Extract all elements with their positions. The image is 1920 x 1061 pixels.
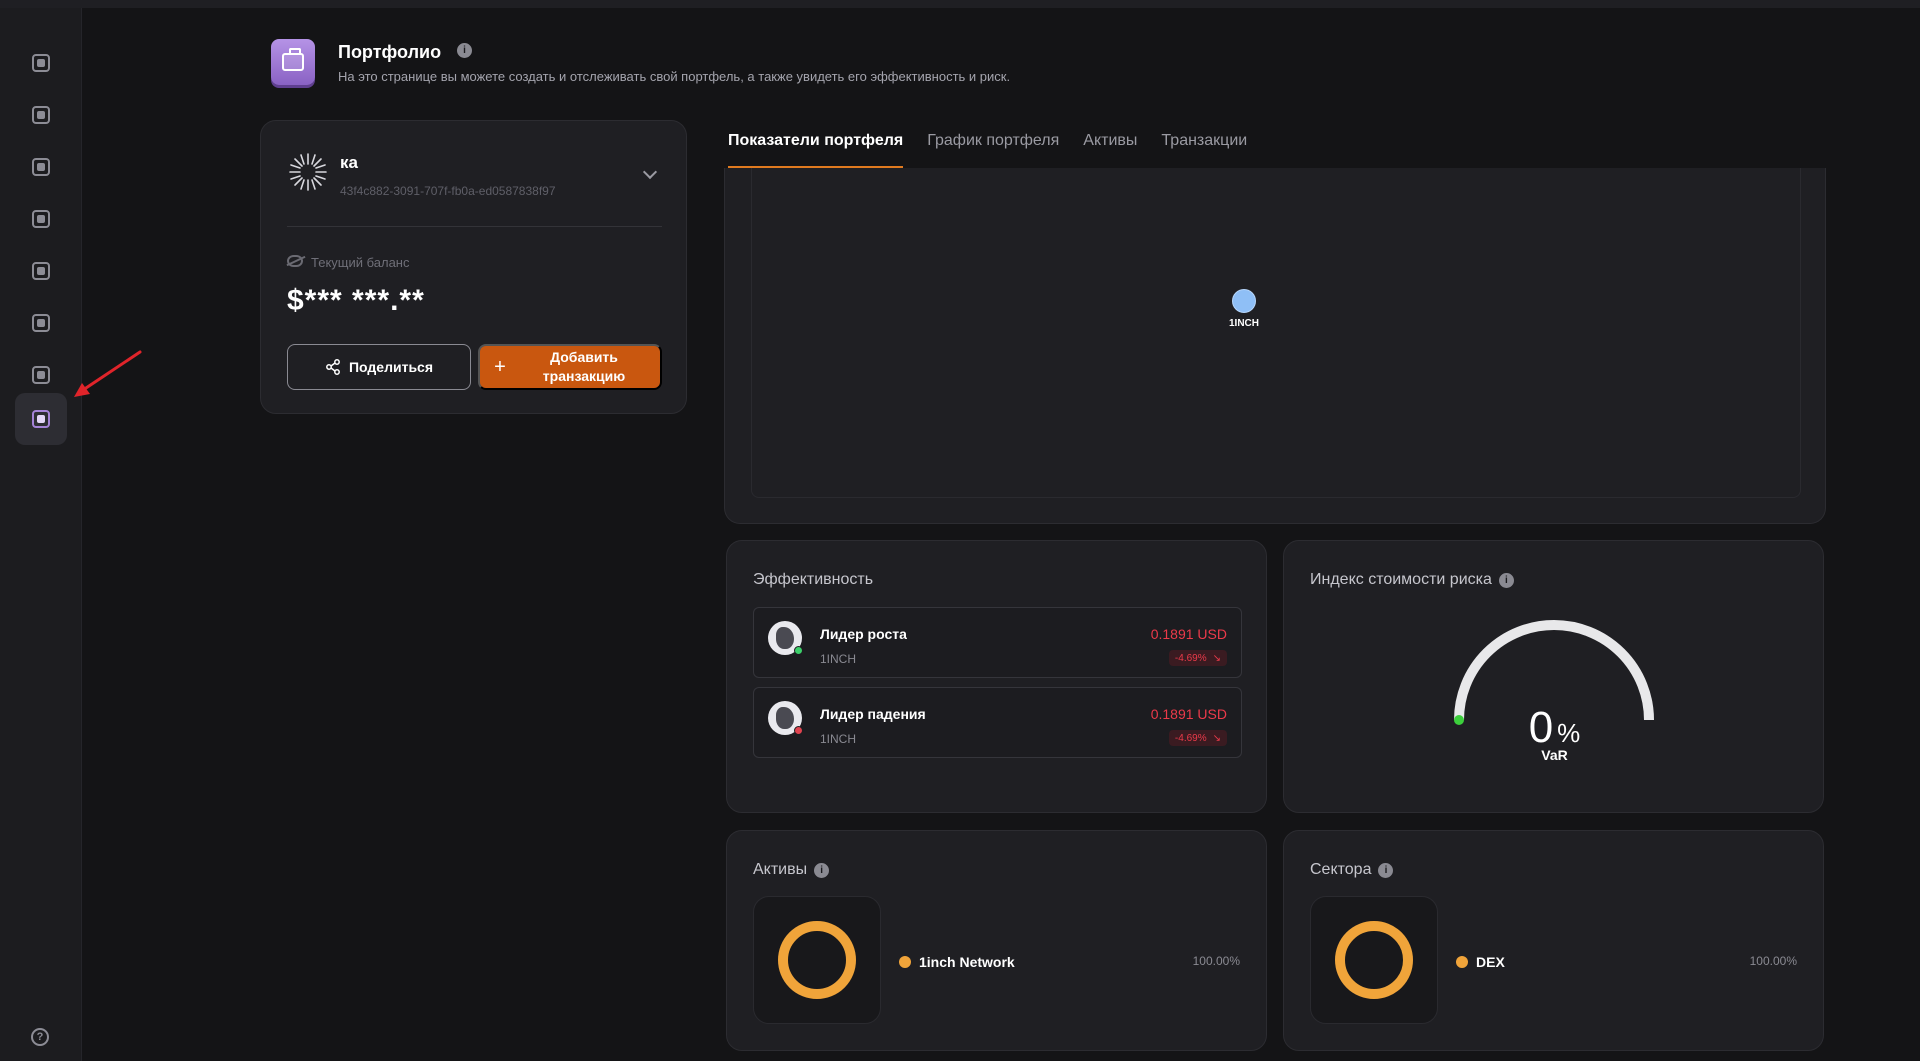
sidebar-item-bank[interactable]	[15, 297, 67, 349]
tab-portfolio-chart[interactable]: График портфеля	[927, 132, 1059, 168]
coin-icon	[32, 158, 50, 176]
arrow-down-right-icon: ↘	[1212, 732, 1221, 744]
portfolio-header-icon	[271, 39, 315, 85]
bubble-chart: 1INCH	[751, 168, 1801, 498]
legend-dot	[899, 956, 911, 968]
page-title: Портфолио	[338, 42, 442, 62]
risk-title: Индекс стоимости риска i	[1310, 571, 1514, 589]
info-icon[interactable]: i	[1498, 572, 1514, 588]
legend-name: 1inch Network	[919, 954, 1015, 970]
share-label: Поделиться	[348, 359, 434, 375]
donut-slice-1inch[interactable]	[778, 921, 856, 999]
portfolio-id: 43f4c882-3091-707f-fb0a-ed0587838f97	[340, 184, 556, 198]
legend-percent: 100.00%	[1749, 954, 1797, 968]
plus-icon: +	[494, 355, 506, 378]
portfolio-avatar	[289, 153, 327, 191]
sidebar-item-dollar[interactable]	[15, 193, 67, 245]
add-transaction-label: Добавить транзакцию	[542, 349, 626, 384]
status-dot-up	[794, 646, 803, 655]
top-bar	[0, 0, 1920, 8]
info-icon[interactable]: i	[1378, 862, 1394, 878]
donut-chart	[1335, 921, 1413, 999]
efficiency-title-text: Эффективность	[753, 571, 874, 588]
assets-card: Активы i 1inch Network 100.00%	[726, 830, 1267, 1051]
target-icon	[32, 366, 50, 384]
portfolio-name: ка	[340, 153, 358, 172]
bubble-chart-card: 1INCH	[724, 168, 1826, 524]
leader-price: 0.1891 USD	[1150, 626, 1227, 642]
info-icon[interactable]: i	[814, 862, 830, 878]
portfolio-card: ка 43f4c882-3091-707f-fb0a-ed0587838f97 …	[260, 120, 687, 414]
sectors-title-text: Сектора	[1310, 861, 1372, 878]
sidebar-item-portfolio[interactable]	[15, 393, 67, 445]
sidebar: ?	[0, 8, 82, 1061]
leader-symbol: 1INCH	[820, 652, 857, 666]
page-subtitle: На это странице вы можете создать и отсл…	[338, 69, 1011, 84]
efficiency-card: Эффективность Лидер роста 1INCH 0.1891 U…	[726, 540, 1267, 813]
chevron-down-icon[interactable]	[642, 164, 658, 180]
share-icon	[326, 359, 340, 375]
tabs: Показатели портфеля График портфеля Акти…	[728, 132, 1247, 168]
leader-growth[interactable]: Лидер роста 1INCH 0.1891 USD -4.69% ↘	[753, 607, 1242, 678]
dollar-icon	[32, 210, 50, 228]
chart-icon	[32, 106, 50, 124]
leader-name: Лидер падения	[820, 706, 926, 722]
sidebar-item-calculator[interactable]	[15, 245, 67, 297]
var-value: 0%	[1284, 703, 1825, 753]
change-badge: -4.69% ↘	[1168, 730, 1227, 746]
var-number: 0	[1528, 703, 1554, 752]
donut-slice-dex[interactable]	[1335, 921, 1413, 999]
balance-label: Текущий баланс	[311, 255, 410, 270]
leader-decline[interactable]: Лидер падения 1INCH 0.1891 USD -4.69% ↘	[753, 687, 1242, 758]
help-icon[interactable]: ?	[31, 1028, 49, 1046]
assets-title-text: Активы	[753, 861, 808, 878]
eye-off-icon[interactable]	[287, 255, 303, 267]
donut-chart	[778, 921, 856, 999]
leader-price: 0.1891 USD	[1150, 706, 1227, 722]
risk-card: Индекс стоимости риска i 0% VaR	[1283, 540, 1824, 813]
efficiency-title: Эффективность	[753, 571, 873, 589]
change-value: -4.69%	[1174, 732, 1207, 744]
var-label: VaR	[1541, 747, 1568, 763]
bubble-label: 1INCH	[1228, 318, 1259, 329]
assets-title: Активы i	[753, 861, 830, 879]
share-button[interactable]: Поделиться	[287, 344, 471, 390]
sidebar-item-charts[interactable]	[15, 89, 67, 141]
annotation-arrow	[74, 350, 142, 397]
legend-name: DEX	[1476, 954, 1505, 970]
bubble-1inch[interactable]	[1232, 289, 1256, 313]
status-dot-down	[794, 726, 803, 735]
tab-metrics[interactable]: Показатели портфеля	[728, 132, 904, 168]
home-icon	[32, 54, 50, 72]
sectors-title: Сектора i	[1310, 861, 1394, 879]
portfolio-icon	[32, 410, 50, 428]
add-transaction-button[interactable]: + Добавить транзакцию	[478, 344, 662, 390]
assets-donut	[753, 896, 881, 1024]
leader-symbol: 1INCH	[820, 732, 857, 746]
bank-icon	[32, 314, 50, 332]
calculator-icon	[32, 262, 50, 280]
change-badge: -4.69% ↘	[1168, 650, 1227, 666]
divider	[287, 226, 662, 227]
arrow-down-right-icon: ↘	[1212, 652, 1221, 664]
sectors-donut	[1310, 896, 1438, 1024]
tab-transactions[interactable]: Транзакции	[1161, 132, 1247, 168]
risk-title-text: Индекс стоимости риска	[1310, 571, 1492, 588]
sidebar-item-home[interactable]	[15, 37, 67, 89]
legend-dot	[1456, 956, 1468, 968]
sidebar-item-coins[interactable]	[15, 141, 67, 193]
leader-name: Лидер роста	[820, 626, 907, 642]
var-unit: %	[1557, 718, 1581, 748]
change-value: -4.69%	[1174, 652, 1207, 664]
sectors-card: Сектора i DEX 100.00%	[1283, 830, 1824, 1051]
tab-assets[interactable]: Активы	[1083, 132, 1137, 168]
legend-percent: 100.00%	[1192, 954, 1240, 968]
info-icon[interactable]: i	[457, 43, 472, 58]
balance-value: $*** ***.**	[287, 284, 425, 317]
